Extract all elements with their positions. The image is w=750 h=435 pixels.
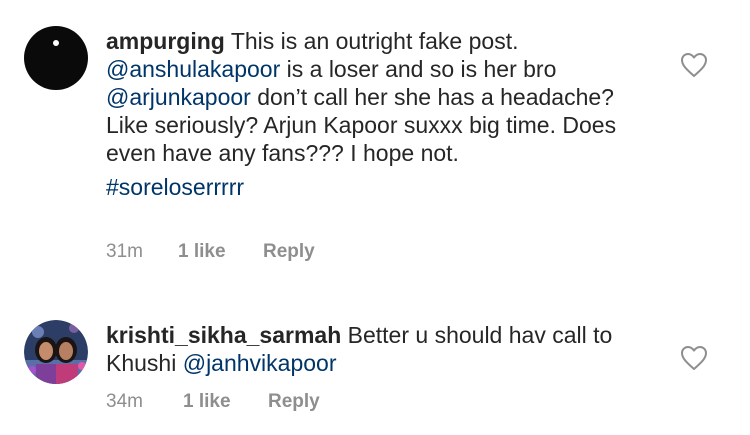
comment-meta: 34m 1 like Reply (106, 391, 320, 413)
avatar-dot (53, 40, 59, 46)
avatar[interactable] (24, 26, 88, 90)
mention-link[interactable]: @anshulakapoor (106, 56, 280, 82)
avatar-photo (24, 320, 88, 384)
comment-username[interactable]: krishti_sikha_sarmah (106, 322, 341, 348)
heart-outline-icon[interactable] (680, 345, 708, 371)
comment-text: This is an outright fake post. (230, 28, 519, 54)
reply-button[interactable]: Reply (263, 241, 315, 263)
reply-button[interactable]: Reply (268, 391, 320, 413)
comment-timestamp: 34m (106, 391, 143, 412)
comment-item: krishti_sikha_sarmah Better u should hav… (0, 290, 750, 435)
comment-item: ampurging This is an outright fake post.… (0, 0, 750, 290)
comment-timestamp: 31m (106, 241, 143, 262)
comment-username[interactable]: ampurging (106, 28, 225, 54)
comment-text: is a loser and so is her bro (280, 56, 557, 82)
comment-body: ampurging This is an outright fake post.… (106, 27, 651, 201)
hashtag-link[interactable]: #soreloserrrrr (106, 173, 651, 201)
mention-link[interactable]: @arjunkapoor (106, 84, 251, 110)
avatar[interactable] (24, 320, 88, 384)
comment-body: krishti_sikha_sarmah Better u should hav… (106, 321, 651, 377)
comment-meta: 31m 1 like Reply (106, 241, 315, 263)
comment-likes-count[interactable]: 1 like (178, 241, 263, 263)
comment-likes-count[interactable]: 1 like (183, 391, 268, 413)
mention-link[interactable]: @janhvikapoor (183, 350, 337, 376)
heart-outline-icon[interactable] (680, 52, 708, 78)
